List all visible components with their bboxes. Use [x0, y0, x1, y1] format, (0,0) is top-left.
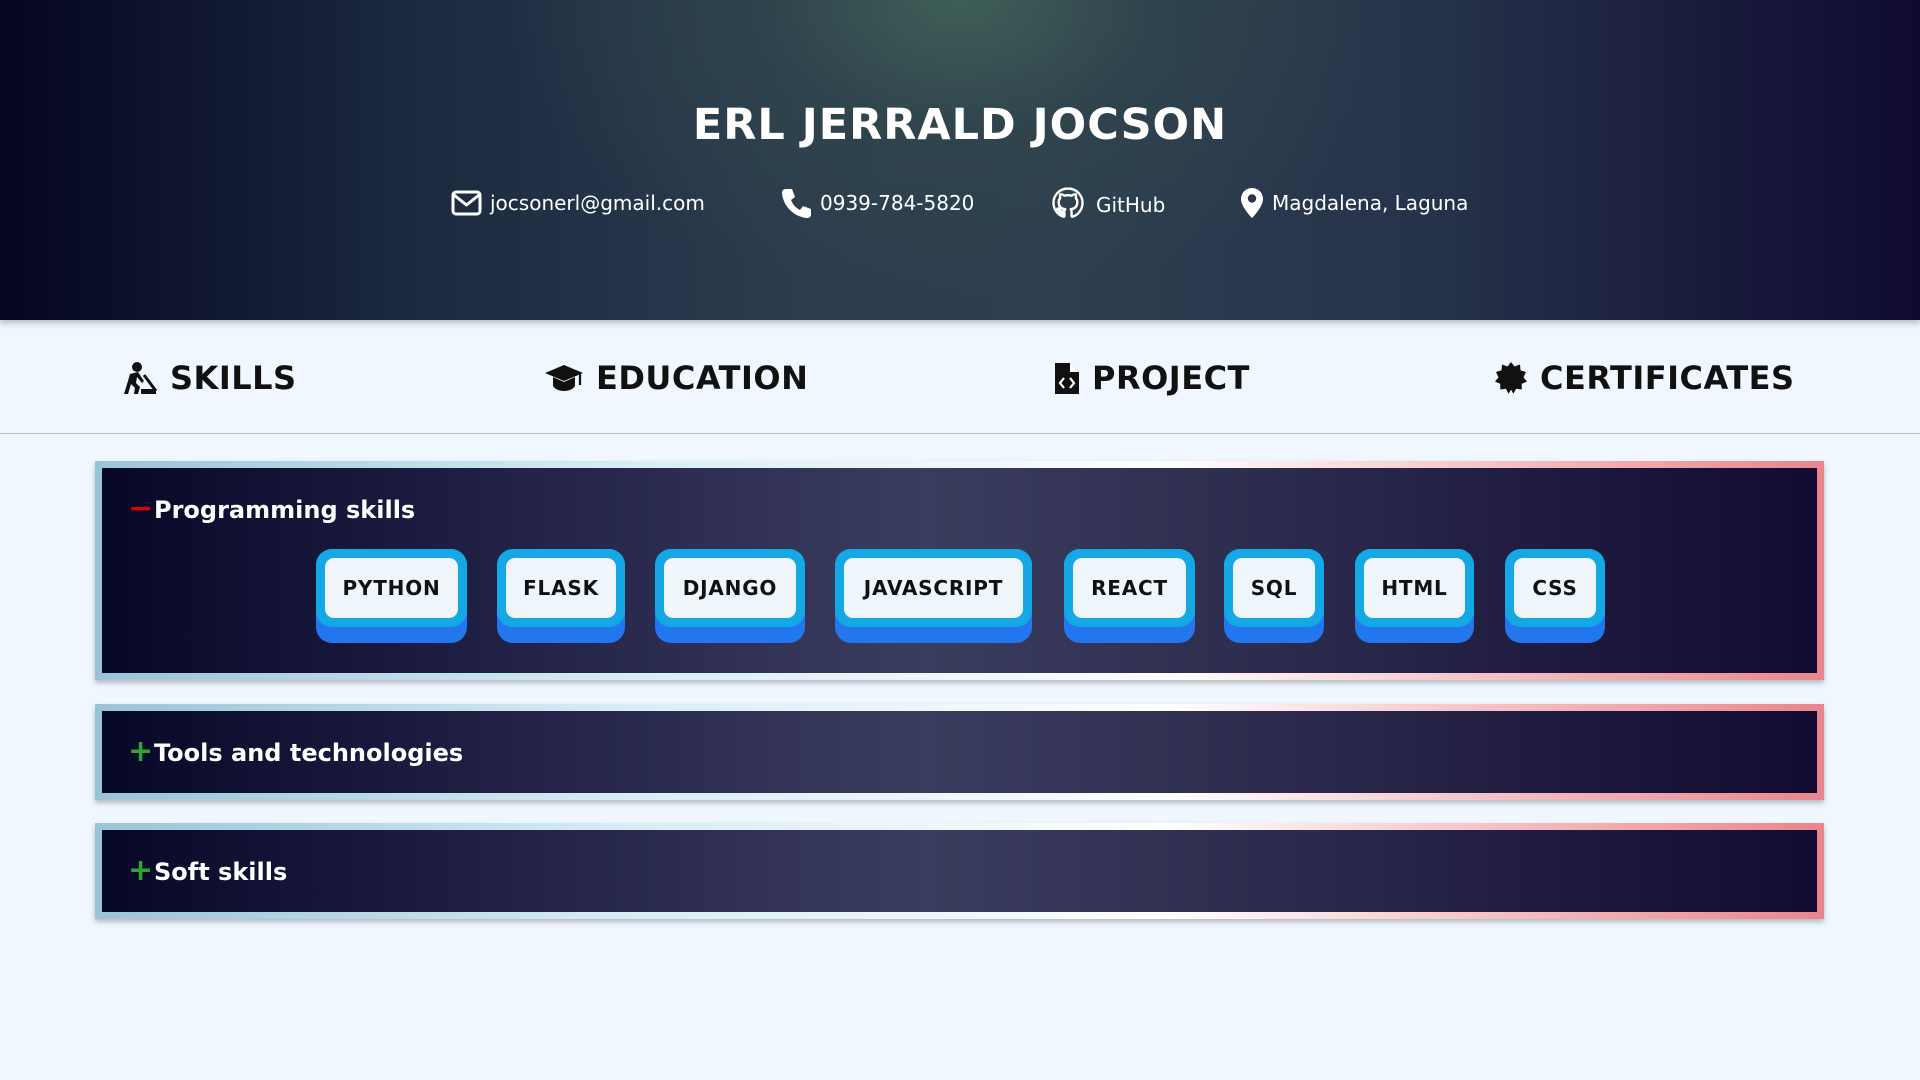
expand-icon: +: [128, 734, 154, 769]
accordion-panel: + Soft skills: [102, 830, 1817, 912]
accordion-soft-skills: + Soft skills: [95, 823, 1824, 919]
skill-chip-javascript[interactable]: JAVASCRIPT: [835, 549, 1032, 643]
nav-item-education[interactable]: EDUCATION: [544, 354, 808, 402]
skill-chip-label: CSS: [1514, 558, 1596, 618]
nav-item-project[interactable]: PROJECT: [1054, 354, 1250, 402]
location-pin-icon: [1241, 188, 1263, 218]
section-nav: SKILLS EDUCATION PROJECT CERTIFICATES: [0, 322, 1920, 434]
skill-chip-label: JAVASCRIPT: [844, 558, 1023, 618]
phone-icon: [782, 189, 811, 218]
certificate-badge-icon: [1495, 362, 1527, 394]
accordion-panel: + Tools and technologies: [102, 711, 1817, 793]
nav-item-certificates[interactable]: CERTIFICATES: [1494, 354, 1795, 402]
graduation-cap-icon: [545, 365, 583, 391]
contact-github-link[interactable]: GitHub: [1052, 186, 1165, 220]
collapse-icon: −: [128, 490, 154, 526]
skill-chip-css[interactable]: CSS: [1505, 549, 1605, 643]
skill-chip-flask[interactable]: FLASK: [497, 549, 625, 643]
nav-item-label: CERTIFICATES: [1540, 359, 1795, 397]
file-code-icon: [1055, 363, 1079, 394]
profile-header: ERL JERRALD JOCSON jocsonerl@gmail.com 0…: [0, 0, 1920, 320]
skill-chip-list: PYTHON FLASK DJANGO JAVASCRIPT REACT SQL: [102, 549, 1817, 645]
skill-chip-html[interactable]: HTML: [1355, 549, 1474, 643]
skill-chip-label: HTML: [1364, 558, 1465, 618]
skill-chip-react[interactable]: REACT: [1064, 549, 1195, 643]
contact-github-text: GitHub: [1096, 193, 1166, 217]
contact-email[interactable]: jocsonerl@gmail.com: [451, 186, 705, 220]
skill-chip-django[interactable]: DJANGO: [655, 549, 805, 643]
nav-item-label: EDUCATION: [596, 359, 809, 397]
profile-name: ERL JERRALD JOCSON: [692, 100, 1228, 150]
nav-item-label: PROJECT: [1092, 359, 1250, 397]
skill-chip-label: FLASK: [506, 558, 616, 618]
accordion-header-tools-and-technologies[interactable]: + Tools and technologies: [128, 735, 463, 771]
contact-location-text: Magdalena, Laguna: [1272, 191, 1469, 215]
accordion-title: Soft skills: [154, 858, 288, 886]
skill-chip-label: SQL: [1233, 558, 1315, 618]
accordion-title: Programming skills: [154, 496, 416, 524]
nav-item-label: SKILLS: [170, 359, 297, 397]
contact-phone-text: 0939-784-5820: [820, 191, 975, 215]
expand-icon: +: [128, 853, 154, 888]
skill-chip-label: REACT: [1073, 558, 1186, 618]
accordion-title: Tools and technologies: [154, 739, 464, 767]
contact-location: Magdalena, Laguna: [1240, 186, 1468, 220]
accordion-tools-and-technologies: + Tools and technologies: [95, 704, 1824, 800]
accordion-panel: − Programming skills PYTHON FLASK DJANGO…: [102, 468, 1817, 673]
accordion-programming-skills: − Programming skills PYTHON FLASK DJANGO…: [95, 461, 1824, 680]
accordion-header-soft-skills[interactable]: + Soft skills: [128, 854, 287, 890]
skill-chip-python[interactable]: PYTHON: [316, 549, 467, 643]
skill-chip-label: PYTHON: [325, 558, 458, 618]
contact-phone[interactable]: 0939-784-5820: [780, 186, 974, 220]
github-icon: [1052, 187, 1084, 218]
accordion-header-programming-skills[interactable]: − Programming skills: [128, 492, 415, 528]
skill-chip-sql[interactable]: SQL: [1224, 549, 1324, 643]
skill-chip-label: DJANGO: [664, 558, 796, 618]
nav-item-skills[interactable]: SKILLS: [122, 354, 297, 402]
contact-email-text: jocsonerl@gmail.com: [490, 191, 705, 215]
envelope-icon: [451, 190, 482, 216]
person-digging-icon: [124, 362, 158, 394]
